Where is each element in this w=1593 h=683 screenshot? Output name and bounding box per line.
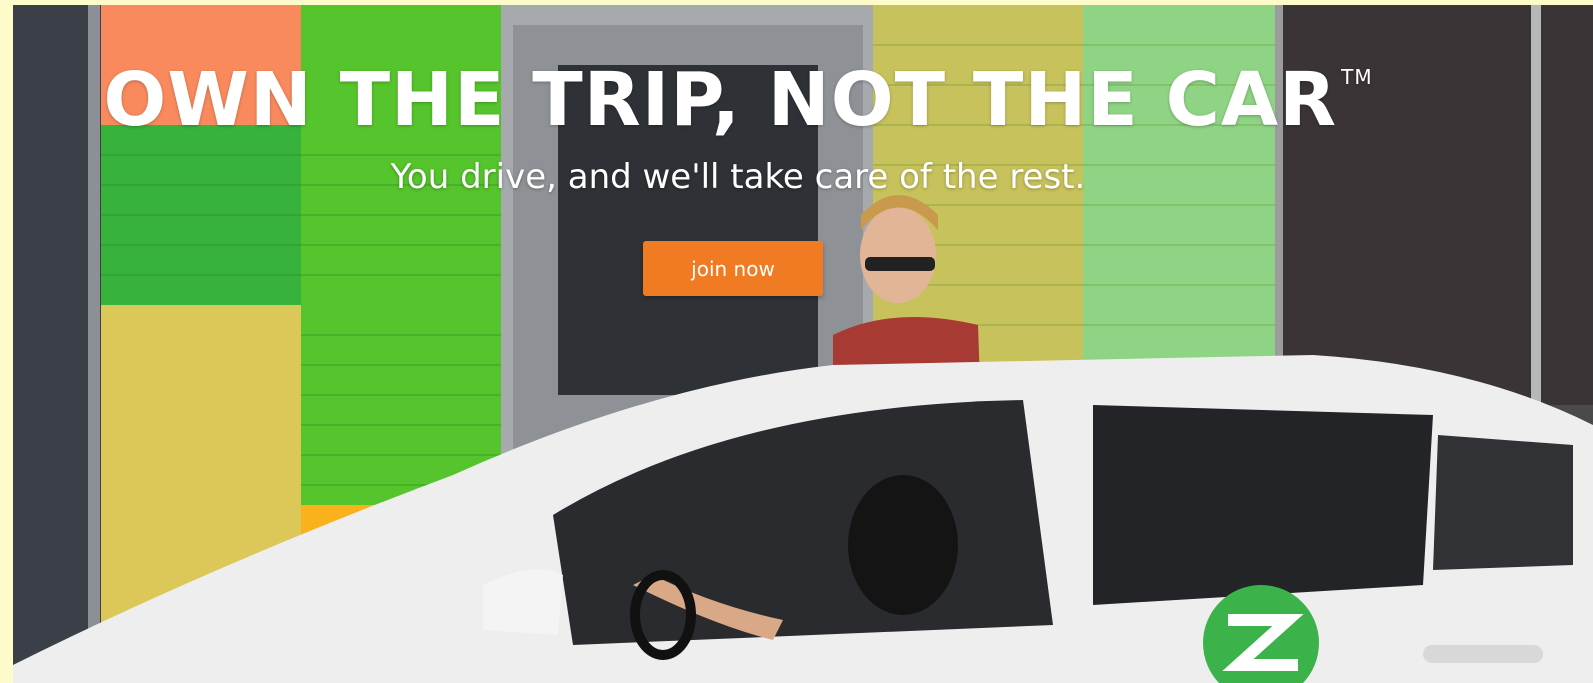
hero-banner: OWN THE TRIP, NOT THE CAR TM You drive, a…	[13, 5, 1593, 683]
join-now-button[interactable]: join now	[643, 241, 823, 296]
headline-text: OWN THE TRIP, NOT THE CAR	[103, 57, 1338, 143]
trademark-symbol: TM	[1341, 65, 1373, 89]
hero-headline: OWN THE TRIP, NOT THE CAR TM	[13, 63, 1463, 137]
hero-subheadline: You drive, and we'll take care of the re…	[390, 157, 1086, 197]
